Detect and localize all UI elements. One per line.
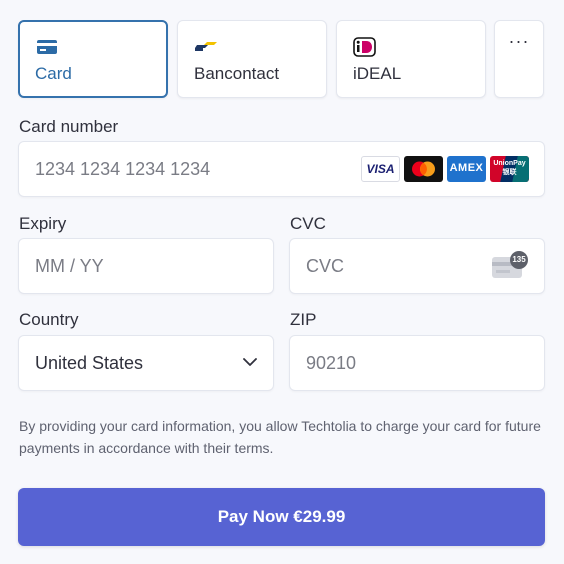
zip-label: ZIP xyxy=(290,310,317,329)
amex-logo-icon: AMEX xyxy=(447,156,486,182)
country-select[interactable]: United States xyxy=(18,335,274,391)
pay-now-button[interactable]: Pay Now €29.99 xyxy=(18,488,545,546)
cvc-card-icon: 135 xyxy=(491,251,529,281)
expiry-label: Expiry xyxy=(19,214,67,233)
visa-logo-icon: VISA xyxy=(361,156,400,182)
credit-card-icon xyxy=(37,40,57,54)
card-brand-logos: VISA AMEX UnionPay 银联 xyxy=(361,156,529,182)
more-payment-methods-button[interactable]: ··· xyxy=(494,20,544,98)
card-number-label: Card number xyxy=(19,117,119,136)
country-label: Country xyxy=(19,310,79,329)
country-value: United States xyxy=(35,353,144,373)
ideal-logo-icon xyxy=(353,37,376,57)
more-icon: ··· xyxy=(508,31,530,51)
expiry-field xyxy=(18,238,274,294)
unionpay-logo-icon: UnionPay 银联 xyxy=(490,156,529,182)
chevron-down-icon xyxy=(243,358,257,366)
tab-ideal[interactable]: iDEAL xyxy=(336,20,486,98)
card-number-field: VISA AMEX UnionPay 银联 xyxy=(18,141,545,197)
tab-bancontact-label: Bancontact xyxy=(194,64,280,83)
payment-terms-notice: By providing your card information, you … xyxy=(19,418,541,456)
tab-ideal-label: iDEAL xyxy=(353,64,402,83)
payment-method-tabs: Card Bancontact iDEAL ··· xyxy=(18,20,546,102)
zip-field xyxy=(289,335,545,391)
tab-bancontact[interactable]: Bancontact xyxy=(177,20,327,98)
cvc-label: CVC xyxy=(290,214,326,233)
tab-card[interactable]: Card xyxy=(18,20,168,98)
bancontact-logo-icon xyxy=(195,42,217,51)
cvc-field: 135 xyxy=(289,238,545,294)
tab-card-label: Card xyxy=(35,64,72,83)
expiry-input[interactable] xyxy=(19,239,273,293)
zip-input[interactable] xyxy=(290,336,544,390)
mastercard-logo-icon xyxy=(404,156,443,182)
